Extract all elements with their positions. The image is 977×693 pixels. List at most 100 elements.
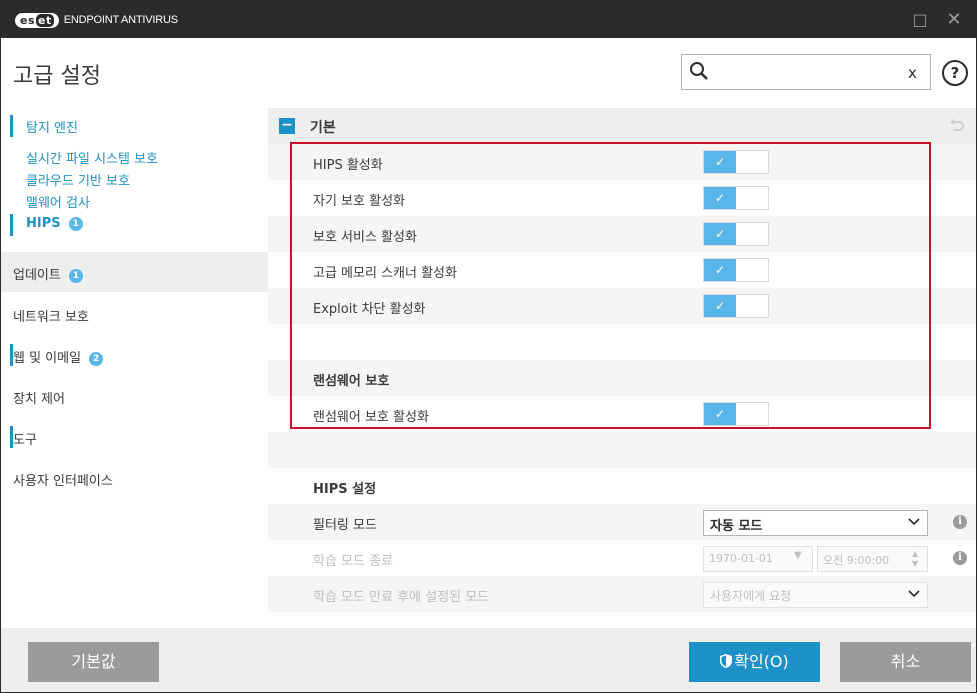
chevron-down-icon — [908, 518, 920, 526]
group-title: 랜섬웨어 보호 — [313, 374, 390, 389]
chevron-down-icon — [908, 590, 920, 598]
setting-row-after-learning: 학습 모드 만료 후에 설정된 모드 사용자에게 요청 — [268, 576, 976, 612]
sidebar-item-realtime-protection[interactable]: 실시간 파일 시스템 보호 — [1, 146, 268, 167]
time-value: 오전 9:00:00 — [823, 554, 890, 567]
settings-content: − 기본 HIPS 활성화 ✓ 자기 보호 활성화 ✓ 보호 서비스 활성화 ✓… — [268, 108, 976, 628]
setting-label: 자기 보호 활성화 — [313, 194, 405, 209]
sidebar-item-label: 도구 — [13, 433, 37, 448]
header: 고급 설정 x ? — [1, 38, 976, 108]
ok-button-label: 확인(O) — [734, 652, 789, 671]
sidebar: 탐지 엔진 실시간 파일 시스템 보호 클라우드 기반 보호 맬웨어 검사 HI… — [1, 108, 268, 628]
memory-scanner-toggle[interactable]: ✓ — [703, 258, 769, 282]
setting-row-exploit-blocker: Exploit 차단 활성화 ✓ — [268, 288, 976, 324]
sidebar-item-label: 네트워크 보호 — [13, 310, 89, 325]
search-input[interactable] — [712, 61, 892, 85]
after-learning-select[interactable]: 사용자에게 요청 — [703, 582, 928, 608]
sidebar-item-malware-scan[interactable]: 맬웨어 검사 — [1, 190, 268, 211]
setting-row-self-protect: 자기 보호 활성화 ✓ — [268, 180, 976, 216]
setting-label: 랜섬웨어 보호 활성화 — [313, 410, 429, 425]
sidebar-item-update[interactable]: 업데이트 1 — [1, 252, 268, 292]
sidebar-item-text: 업데이트 — [13, 268, 61, 283]
setting-row-memory-scanner: 고급 메모리 스캐너 활성화 ✓ — [268, 252, 976, 288]
setting-label: 학습 모드 종료 — [313, 554, 394, 569]
chevron-down-icon: ▼ — [794, 550, 802, 561]
setting-label: HIPS 활성화 — [313, 158, 383, 173]
help-button[interactable]: ? — [942, 60, 968, 86]
notification-badge: 1 — [68, 217, 83, 231]
sidebar-item-label: 실시간 파일 시스템 보호 — [26, 152, 158, 167]
sidebar-item-user-interface[interactable]: 사용자 인터페이스 — [1, 458, 268, 498]
group-title: HIPS 설정 — [313, 482, 377, 497]
footer: 기본값 확인(O) 취소 — [1, 628, 976, 692]
sidebar-item-text: HIPS — [26, 216, 61, 231]
sidebar-item-tools[interactable]: 도구 — [1, 417, 268, 457]
nav-accent-bar — [10, 214, 13, 236]
sidebar-item-web-email[interactable]: 웹 및 이메일 2 — [1, 335, 268, 375]
nav-accent-bar — [10, 115, 13, 137]
check-icon: ✓ — [704, 151, 736, 173]
info-icon[interactable]: i — [953, 551, 967, 565]
setting-label: 보호 서비스 활성화 — [313, 230, 417, 245]
sidebar-item-text: 웹 및 이메일 — [13, 351, 82, 366]
sidebar-item-label: 웹 및 이메일 2 — [13, 347, 104, 366]
learning-end-time-picker[interactable]: 오전 9:00:00 ▲ ▼ — [817, 546, 928, 572]
sidebar-item-hips[interactable]: HIPS 1 — [1, 212, 268, 236]
sidebar-item-label: 사용자 인터페이스 — [13, 474, 113, 489]
maximize-button[interactable]: □ — [908, 9, 932, 31]
section-title: 기본 — [310, 120, 336, 136]
sidebar-item-label: HIPS 1 — [26, 216, 83, 231]
setting-label: 학습 모드 만료 후에 설정된 모드 — [313, 590, 490, 605]
check-icon: ✓ — [704, 259, 736, 281]
notification-badge: 1 — [68, 269, 83, 283]
setting-label: 고급 메모리 스캐너 활성화 — [313, 266, 457, 281]
group-header-hips-settings: HIPS 설정 — [268, 468, 976, 504]
ok-button[interactable]: 확인(O) — [689, 642, 820, 682]
settings-panel: HIPS 활성화 ✓ 자기 보호 활성화 ✓ 보호 서비스 활성화 ✓ 고급 메… — [268, 144, 976, 628]
setting-row-protected-service: 보호 서비스 활성화 ✓ — [268, 216, 976, 252]
info-icon[interactable]: i — [953, 515, 967, 529]
collapse-icon[interactable]: − — [279, 118, 295, 134]
setting-label: Exploit 차단 활성화 — [313, 302, 426, 317]
setting-row-spacer — [268, 432, 976, 468]
notification-badge: 2 — [89, 352, 104, 366]
check-icon: ✓ — [704, 295, 736, 317]
spinner-arrows-icon[interactable]: ▲ ▼ — [912, 549, 918, 569]
cancel-button[interactable]: 취소 — [840, 642, 971, 682]
logo-badge: es et — [15, 12, 59, 28]
filter-mode-select[interactable]: 자동 모드 — [703, 510, 928, 536]
sidebar-item-label: 클라우드 기반 보호 — [26, 174, 130, 189]
exploit-blocker-toggle[interactable]: ✓ — [703, 294, 769, 318]
check-icon: ✓ — [704, 187, 736, 209]
date-value: 1970-01-01 — [709, 552, 773, 565]
close-button[interactable]: ✕ — [942, 9, 966, 31]
product-name: ENDPOINT ANTIVIRUS — [63, 14, 178, 26]
clear-search-button[interactable]: x — [908, 64, 917, 82]
select-value: 사용자에게 요청 — [710, 589, 792, 603]
sidebar-item-label: 탐지 엔진 — [26, 121, 78, 136]
learning-end-date-picker[interactable]: 1970-01-01 ▼ — [703, 546, 813, 572]
title-bar: es et ENDPOINT ANTIVIRUS □ ✕ — [1, 1, 976, 38]
sidebar-item-label: 맬웨어 검사 — [26, 196, 90, 211]
select-value: 자동 모드 — [710, 519, 763, 534]
self-protect-toggle[interactable]: ✓ — [703, 186, 769, 210]
default-button[interactable]: 기본값 — [28, 642, 159, 682]
check-icon: ✓ — [704, 223, 736, 245]
hips-enable-toggle[interactable]: ✓ — [703, 150, 769, 174]
sidebar-item-detection-engine[interactable]: 탐지 엔진 — [1, 113, 268, 139]
app-window: es et ENDPOINT ANTIVIRUS □ ✕ 고급 설정 x ? 탐지… — [0, 0, 977, 693]
setting-row-hips-enable: HIPS 활성화 ✓ — [268, 144, 976, 180]
sidebar-item-cloud-protection[interactable]: 클라우드 기반 보호 — [1, 168, 268, 189]
revert-icon[interactable] — [948, 117, 966, 135]
sidebar-item-device-control[interactable]: 장치 제어 — [1, 376, 268, 416]
setting-row-learning-end: 학습 모드 종료 1970-01-01 ▼ 오전 9:00:00 ▲ ▼ i — [268, 540, 976, 576]
protected-service-toggle[interactable]: ✓ — [703, 222, 769, 246]
ransomware-enable-toggle[interactable]: ✓ — [703, 402, 769, 426]
search-icon — [690, 62, 708, 80]
search-box[interactable]: x — [681, 54, 931, 90]
eset-logo: es et ENDPOINT ANTIVIRUS — [15, 12, 178, 28]
sidebar-item-network-protection[interactable]: 네트워크 보호 — [1, 294, 268, 334]
group-header-ransomware: 랜섬웨어 보호 — [268, 360, 976, 396]
setting-row-spacer — [268, 324, 976, 360]
setting-row-ransomware-enable: 랜섬웨어 보호 활성화 ✓ — [268, 396, 976, 432]
section-header-basic[interactable]: − 기본 — [268, 108, 976, 144]
